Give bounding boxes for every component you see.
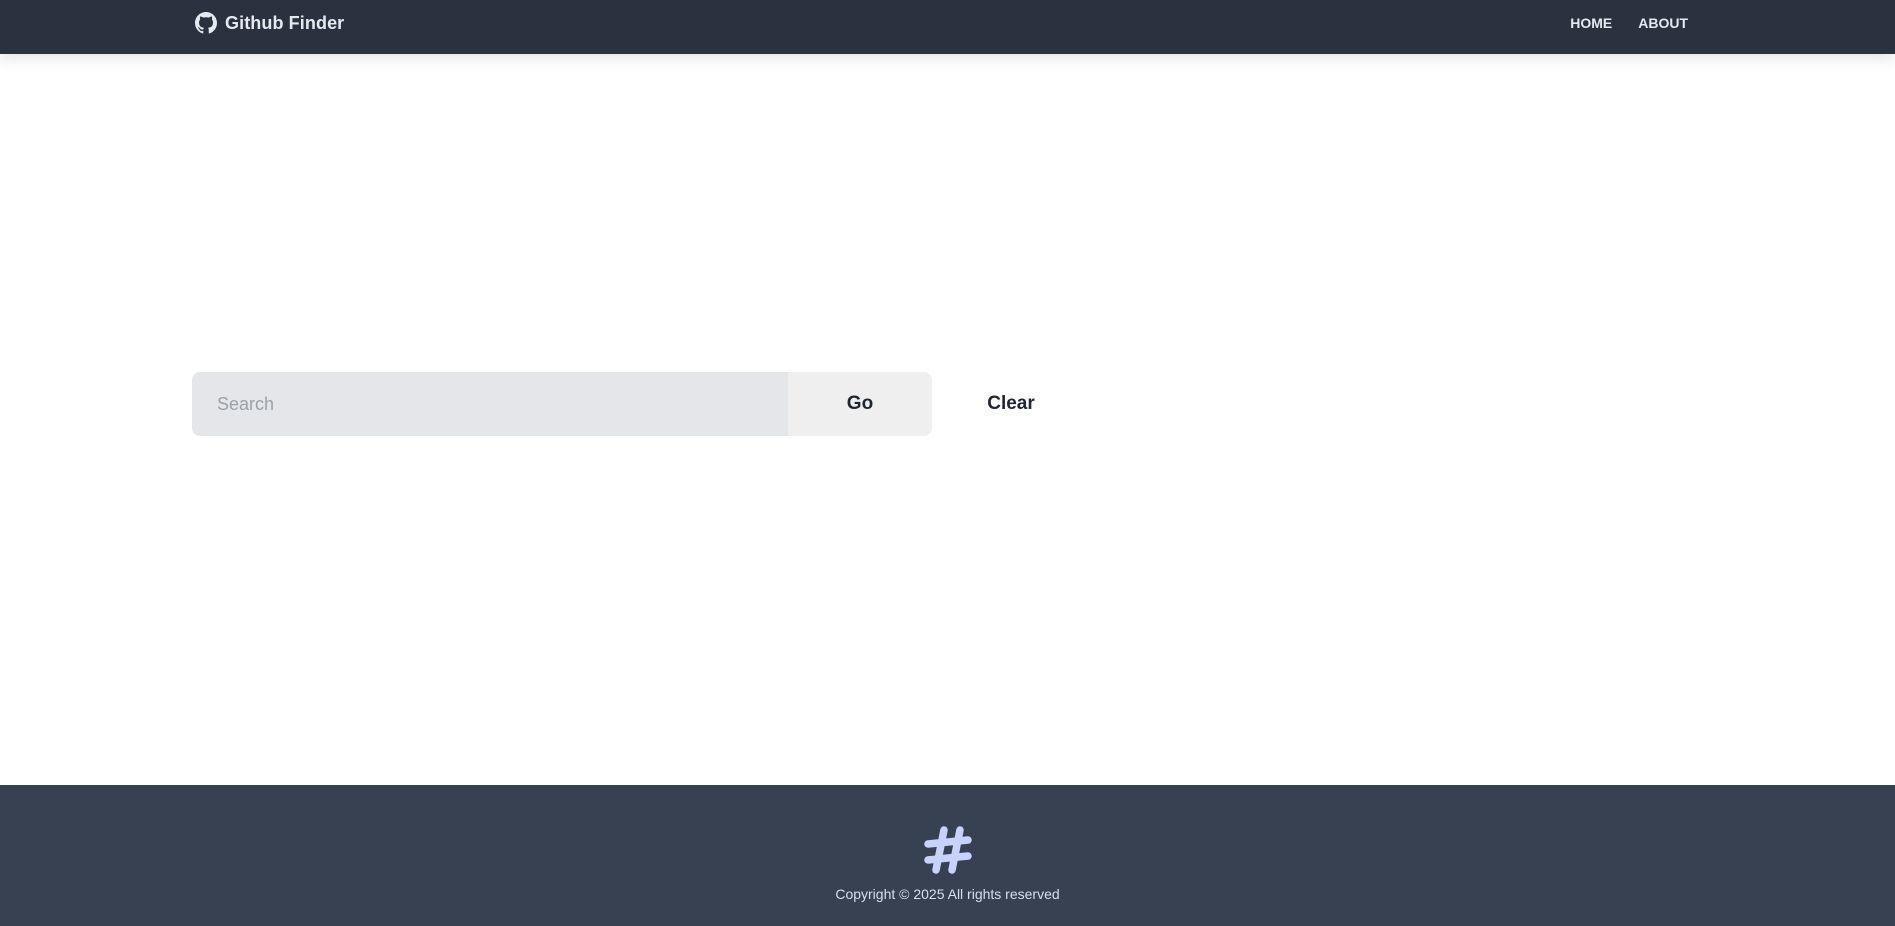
page: Github Finder HOME ABOUT Go Clear Copyri… bbox=[0, 0, 1895, 926]
nav-about-link[interactable]: ABOUT bbox=[1638, 13, 1688, 33]
hashtag-icon bbox=[922, 824, 974, 876]
go-button[interactable]: Go bbox=[788, 372, 932, 436]
copyright-text: Copyright © 2025 All rights reserved bbox=[835, 886, 1060, 902]
brand-title: Github Finder bbox=[225, 12, 345, 33]
nav-links: HOME ABOUT bbox=[1570, 13, 1688, 33]
brand-link[interactable]: Github Finder bbox=[195, 10, 344, 36]
search-input[interactable] bbox=[192, 372, 788, 436]
clear-button[interactable]: Clear bbox=[960, 372, 1062, 436]
github-icon bbox=[195, 12, 217, 34]
navbar: Github Finder HOME ABOUT bbox=[0, 0, 1895, 54]
nav-home-link[interactable]: HOME bbox=[1570, 13, 1612, 33]
search-form: Go bbox=[192, 372, 932, 436]
